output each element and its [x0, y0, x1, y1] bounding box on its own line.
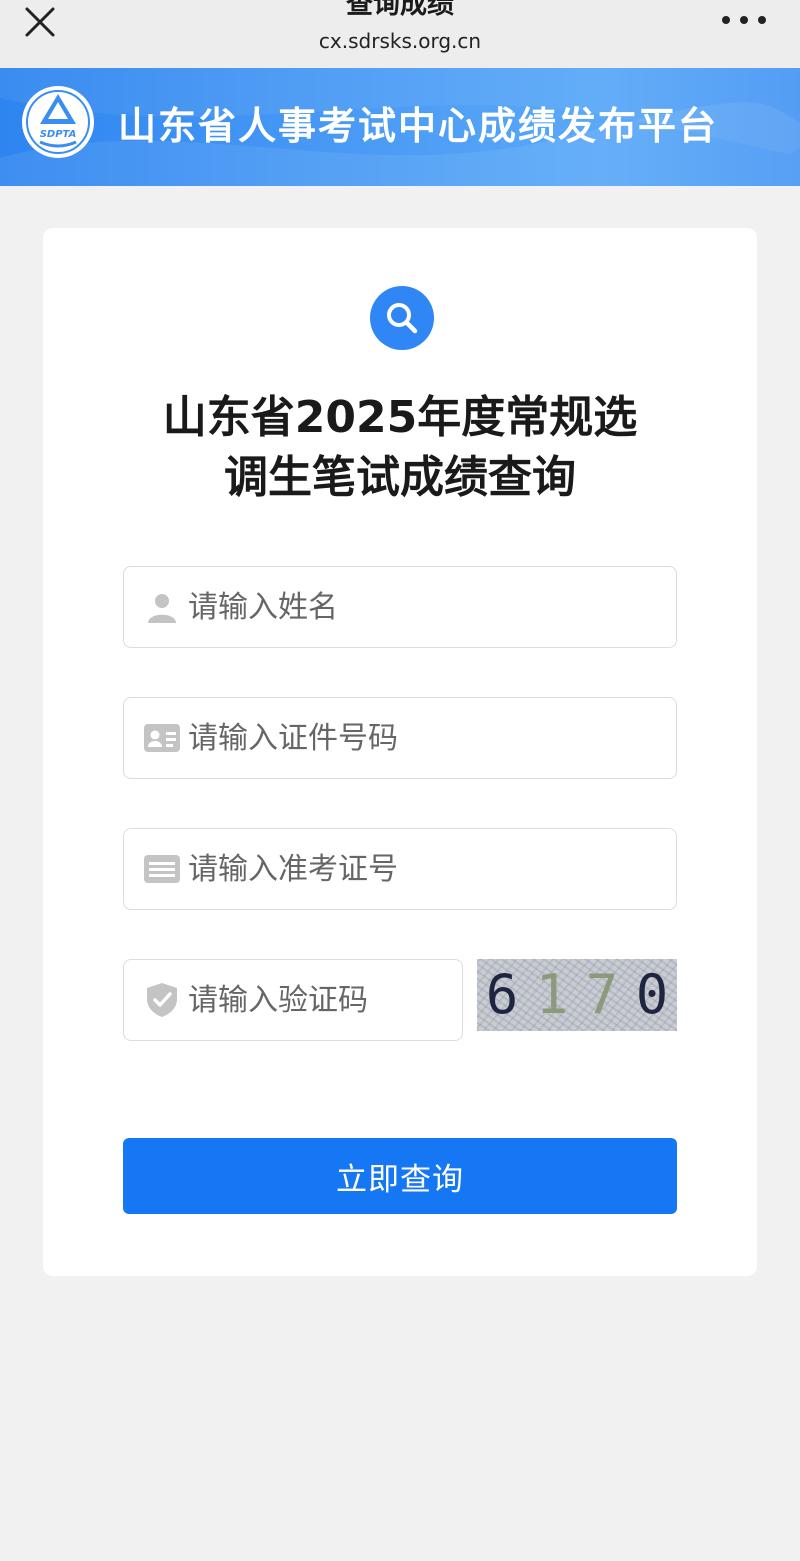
captcha-input[interactable] [188, 975, 438, 1025]
person-icon [142, 587, 182, 627]
submit-query-button[interactable]: 立即查询 [123, 1138, 677, 1214]
browser-title-area: 查询成绩 cx.sdrsks.org.cn [0, 0, 800, 54]
page-title: 查询成绩 [346, 0, 454, 20]
search-icon [387, 303, 418, 334]
more-menu-button[interactable] [722, 8, 766, 32]
site-banner: SDPTA 山东省人事考试中心成绩发布平台 [0, 68, 800, 186]
browser-top-bar: 查询成绩 cx.sdrsks.org.cn [0, 0, 800, 68]
page-url: cx.sdrsks.org.cn [318, 29, 482, 53]
site-name: 山东省人事考试中心成绩发布平台 [118, 104, 719, 148]
captcha-field[interactable] [123, 959, 463, 1041]
ticket-icon [142, 849, 182, 889]
id-number-input[interactable] [188, 713, 628, 763]
captcha-digit: 0 [635, 963, 669, 1026]
more-dots-icon [758, 16, 766, 24]
admission-number-input[interactable] [188, 844, 628, 894]
search-badge [370, 286, 434, 350]
id-number-field[interactable] [123, 697, 677, 779]
name-field[interactable] [123, 566, 677, 648]
admission-number-field[interactable] [123, 828, 677, 910]
form-title: 山东省2025年度常规选 调生笔试成绩查询 [43, 388, 757, 508]
sdpta-logo: SDPTA [22, 86, 94, 158]
svg-text:SDPTA: SDPTA [40, 129, 77, 140]
form-title-line-1: 山东省2025年度常规选 [162, 392, 638, 443]
shield-icon [142, 980, 182, 1020]
form-title-line-2: 调生笔试成绩查询 [224, 452, 576, 503]
captcha-image[interactable]: 6 1 7 0 [477, 959, 677, 1031]
more-dots-icon [740, 16, 748, 24]
more-dots-icon [722, 16, 730, 24]
id-card-icon [142, 718, 182, 758]
query-card: 山东省2025年度常规选 调生笔试成绩查询 请输入姓名 请输入证件号码 请输入准… [43, 228, 757, 1276]
captcha-digit: 1 [535, 963, 569, 1026]
name-input[interactable] [188, 582, 628, 632]
captcha-digit: 7 [585, 963, 619, 1026]
captcha-digit: 6 [485, 963, 519, 1026]
